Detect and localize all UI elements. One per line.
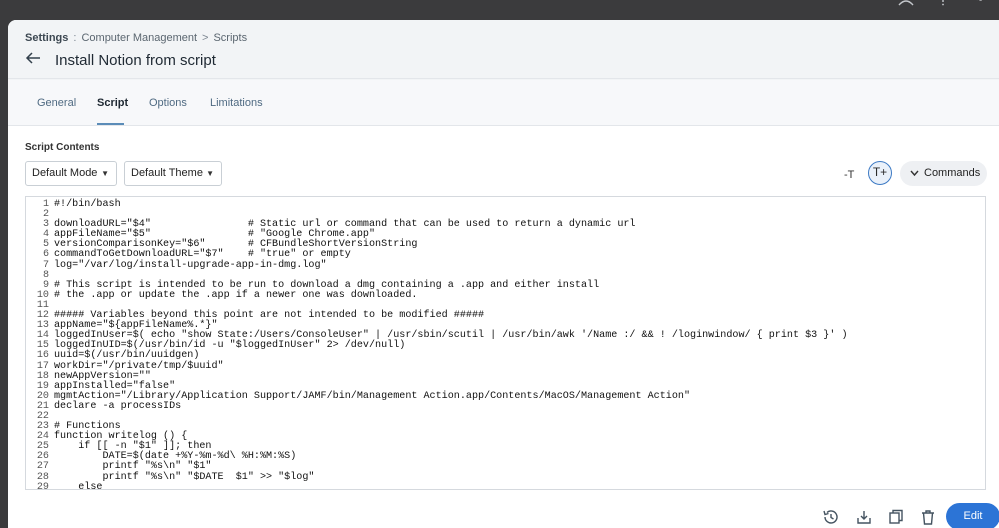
page-title: Install Notion from script [55, 51, 216, 69]
code-line[interactable]: workDir="/private/tmp/$uuid" [54, 361, 848, 372]
breadcrumb-computer-management[interactable]: Computer Management [81, 32, 197, 44]
tab-options[interactable]: Options [149, 97, 187, 109]
user-icon[interactable] [898, 0, 914, 6]
theme-select-value: Default Theme [131, 167, 203, 179]
code-lines[interactable]: #!/bin/bash downloadURL="$4" # Static url… [54, 199, 848, 489]
gear-icon[interactable] [972, 0, 988, 6]
line-number: 29 [36, 481, 49, 490]
line-number: 16 [36, 350, 49, 362]
commands-button[interactable]: Commands [900, 161, 987, 186]
tab-general[interactable]: General [37, 97, 76, 109]
tab-limitations[interactable]: Limitations [210, 97, 263, 109]
breadcrumb-chevron: > [202, 32, 209, 44]
main-panel: Settings : Computer Management > Scripts… [8, 20, 999, 528]
trash-icon[interactable] [919, 508, 937, 526]
edit-button[interactable]: Edit [946, 503, 999, 528]
mode-select[interactable]: Default Mode ▼ [25, 161, 117, 186]
code-editor[interactable]: 1 2 3 4 5 6 7 8 9 10 11 12 13 14 15 16 17 18 19 20 21 22 23 24 2… [25, 196, 986, 490]
top-bar [0, 0, 999, 20]
download-icon[interactable] [855, 508, 873, 526]
font-decrease-button[interactable]: -T [844, 169, 854, 181]
caret-down-icon: ▼ [101, 169, 109, 178]
help-icon[interactable] [937, 0, 953, 6]
code-line[interactable] [54, 412, 848, 422]
code-line[interactable]: printf "%s\n" "$DATE $1" >> "$log" [54, 472, 848, 483]
theme-select[interactable]: Default Theme ▼ [124, 161, 222, 186]
history-icon[interactable] [822, 508, 840, 526]
code-line[interactable]: # the .app or update the .app if a newer… [54, 290, 848, 301]
code-line[interactable]: #!/bin/bash [54, 199, 848, 210]
clone-icon[interactable] [887, 508, 905, 526]
section-label: Script Contents [25, 142, 100, 153]
breadcrumb-scripts[interactable]: Scripts [213, 32, 247, 44]
arrow-left-icon[interactable] [25, 51, 43, 69]
font-increase-button[interactable]: T+ [868, 161, 892, 185]
code-line[interactable]: log="/var/log/install-upgrade-app-in-dmg… [54, 260, 848, 271]
mode-select-value: Default Mode [32, 167, 98, 179]
breadcrumb: Settings : Computer Management > Scripts [25, 32, 247, 44]
chevron-down-icon [910, 161, 919, 196]
code-line[interactable]: uuid=$(/usr/bin/uuidgen) [54, 351, 848, 361]
commands-label: Commands [924, 167, 981, 179]
active-tab-indicator [97, 123, 124, 125]
tab-script[interactable]: Script [97, 97, 128, 109]
code-line[interactable]: declare -a processIDs [54, 401, 848, 412]
code-line[interactable]: else [54, 482, 848, 489]
script-content: Script Contents Default Mode ▼ Default T… [8, 126, 999, 528]
line-number-gutter: 1 2 3 4 5 6 7 8 9 10 11 12 13 14 15 16 17 18 19 20 21 22 23 24 2… [26, 199, 49, 490]
page-header: Settings : Computer Management > Scripts… [8, 20, 999, 79]
breadcrumb-settings[interactable]: Settings [25, 32, 68, 44]
breadcrumb-separator: : [73, 32, 77, 44]
caret-down-icon: ▼ [206, 169, 214, 178]
tab-bar: General Script Options Limitations [8, 80, 999, 126]
